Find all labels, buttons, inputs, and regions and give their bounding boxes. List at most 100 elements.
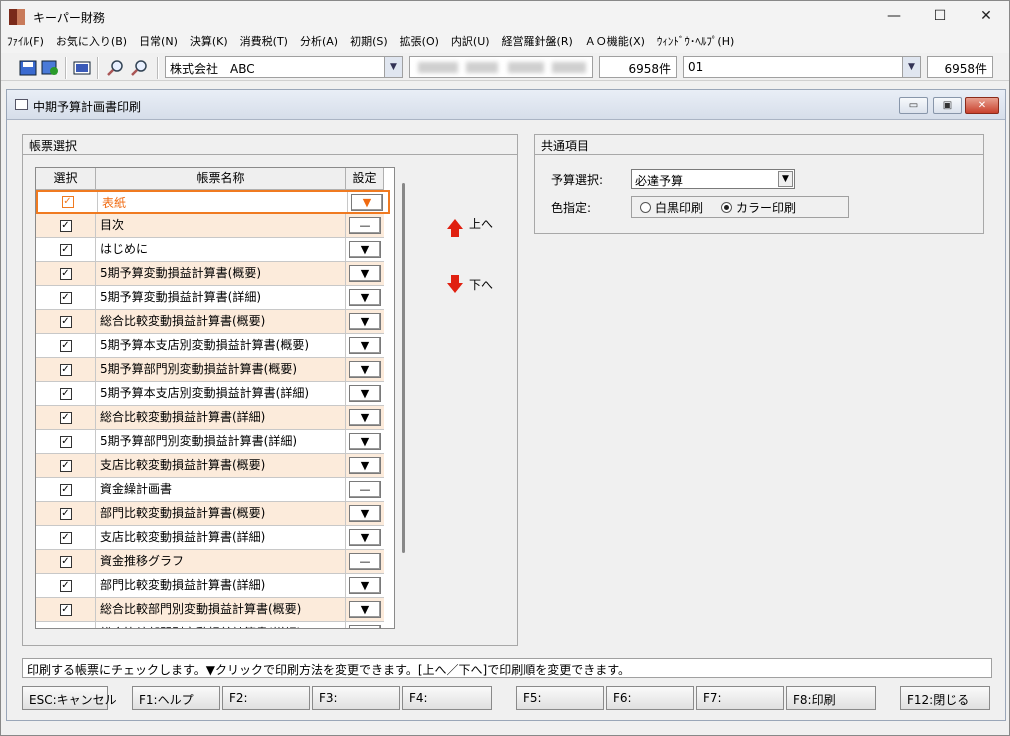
row-checkbox[interactable]: ✓: [59, 267, 72, 280]
f6-button[interactable]: F6:: [606, 686, 694, 710]
row-checkbox[interactable]: ✓: [59, 627, 72, 628]
table-row[interactable]: ✓ 目次 —: [36, 214, 384, 238]
image-icon[interactable]: [71, 57, 93, 79]
table-row[interactable]: ✓ 5期予算変動損益計算書(詳細) ▼: [36, 286, 384, 310]
zoom-out-icon[interactable]: [129, 57, 151, 79]
menu-breakdown[interactable]: 内訳(U): [451, 33, 490, 53]
menu-tax[interactable]: 消費税(T): [240, 33, 288, 53]
setting-button[interactable]: —: [349, 553, 381, 570]
row-checkbox[interactable]: ✓: [59, 363, 72, 376]
esc-cancel-button[interactable]: ESC:キャンセル: [22, 686, 117, 710]
table-row[interactable]: ✓ 5期予算部門別変動損益計算書(詳細) ▼: [36, 430, 384, 454]
f3-button[interactable]: F3:: [312, 686, 400, 710]
dialog-close-button[interactable]: ✕: [965, 97, 999, 114]
setting-button[interactable]: ▼: [349, 457, 381, 474]
company-select[interactable]: 株式会社 ABC ▼: [165, 56, 403, 78]
setting-button[interactable]: ▼: [349, 625, 381, 628]
setting-button[interactable]: ▼: [349, 577, 381, 594]
setting-button[interactable]: ▼: [349, 265, 381, 282]
row-checkbox[interactable]: ✓: [59, 483, 72, 496]
row-checkbox[interactable]: ✓: [59, 387, 72, 400]
radio-button[interactable]: [721, 201, 733, 213]
table-row[interactable]: ✓ 部門比較変動損益計算書(詳細) ▼: [36, 574, 384, 598]
row-checkbox[interactable]: ✓: [59, 531, 72, 544]
zoom-in-icon[interactable]: [105, 57, 127, 79]
menu-ao[interactable]: ＡＯ機能(X): [585, 33, 645, 53]
row-checkbox[interactable]: ✓: [59, 435, 72, 448]
f1-help-button[interactable]: F1:ヘルプ: [132, 686, 220, 710]
table-row[interactable]: ✓ 資金推移グラフ —: [36, 550, 384, 574]
chevron-down-icon[interactable]: ▼: [902, 57, 920, 77]
move-down-button[interactable]: 下へ: [447, 275, 493, 293]
save-icon[interactable]: [17, 57, 39, 79]
transfer-icon[interactable]: [39, 57, 61, 79]
row-checkbox[interactable]: ✓: [59, 291, 72, 304]
setting-button[interactable]: ▼: [349, 601, 381, 618]
f8-print-button[interactable]: F8:印刷: [786, 686, 876, 710]
code-select[interactable]: 01 ▼: [683, 56, 921, 78]
setting-button[interactable]: —: [349, 217, 381, 234]
f12-close-button[interactable]: F12:閉じる: [900, 686, 990, 710]
setting-button[interactable]: ▼: [349, 385, 381, 402]
setting-button[interactable]: —: [349, 481, 381, 498]
menu-file[interactable]: ﾌｧｲﾙ(F): [7, 33, 44, 53]
row-checkbox[interactable]: ✓: [59, 507, 72, 520]
maximize-icon[interactable]: ☐: [917, 1, 963, 31]
setting-button[interactable]: ▼: [349, 361, 381, 378]
setting-button[interactable]: ▼: [349, 337, 381, 354]
table-row[interactable]: ✓ はじめに ▼: [36, 238, 384, 262]
row-checkbox[interactable]: ✓: [59, 459, 72, 472]
menu-analysis[interactable]: 分析(A): [300, 33, 338, 53]
dialog-minimize-button[interactable]: ▭: [899, 97, 928, 114]
f4-button[interactable]: F4:: [402, 686, 492, 710]
f7-button[interactable]: F7:: [696, 686, 784, 710]
table-row[interactable]: ✓ 支店比較変動損益計算書(概要) ▼: [36, 454, 384, 478]
setting-button[interactable]: ▼: [349, 529, 381, 546]
menu-window-help[interactable]: ｳｨﾝﾄﾞｳ･ﾍﾙﾌﾟ(H): [657, 33, 734, 53]
menu-favorites[interactable]: お気に入り(B): [56, 33, 127, 53]
table-row[interactable]: ✓ 5期予算本支店別変動損益計算書(概要) ▼: [36, 334, 384, 358]
row-checkbox[interactable]: ✓: [59, 219, 72, 232]
radio-color[interactable]: カラー印刷: [721, 199, 796, 216]
table-row[interactable]: ✓ 総合比較部門別変動損益計算書(概要) ▼: [36, 598, 384, 622]
budget-select[interactable]: 必達予算 ▼: [631, 169, 795, 189]
row-checkbox[interactable]: ✓: [59, 411, 72, 424]
menu-compass[interactable]: 経営羅針盤(R): [502, 33, 573, 53]
menu-initial[interactable]: 初期(S): [350, 33, 388, 53]
table-row[interactable]: ✓ 部門比較変動損益計算書(概要) ▼: [36, 502, 384, 526]
row-checkbox[interactable]: ✓: [59, 315, 72, 328]
table-row[interactable]: ✓ 支店比較変動損益計算書(詳細) ▼: [36, 526, 384, 550]
setting-button[interactable]: ▼: [349, 313, 381, 330]
row-checkbox[interactable]: ✓: [59, 579, 72, 592]
row-checkbox[interactable]: ✓: [61, 196, 74, 208]
chevron-down-icon[interactable]: ▼: [778, 171, 793, 187]
row-checkbox[interactable]: ✓: [59, 339, 72, 352]
scroll-thumb[interactable]: [402, 183, 405, 553]
table-row[interactable]: ✓ 総合比較変動損益計算書(詳細) ▼: [36, 406, 384, 430]
menu-extension[interactable]: 拡張(O): [400, 33, 439, 53]
move-up-button[interactable]: 上へ: [447, 215, 493, 237]
setting-button[interactable]: ▼: [349, 505, 381, 522]
menu-closing[interactable]: 決算(K): [190, 33, 228, 53]
menu-daily[interactable]: 日常(N): [139, 33, 178, 53]
f2-button[interactable]: F2:: [222, 686, 310, 710]
f5-button[interactable]: F5:: [516, 686, 604, 710]
minimize-icon[interactable]: —: [871, 1, 917, 31]
table-row[interactable]: ✓ 総合比較部門別変動損益計算書(詳細)▼: [36, 622, 384, 628]
radio-monochrome[interactable]: 白黒印刷: [640, 199, 703, 216]
setting-button[interactable]: ▼: [349, 289, 381, 306]
table-row[interactable]: ✓ 資金繰計画書 —: [36, 478, 384, 502]
row-checkbox[interactable]: ✓: [59, 555, 72, 568]
row-checkbox[interactable]: ✓: [59, 243, 72, 256]
row-checkbox[interactable]: ✓: [59, 603, 72, 616]
table-row[interactable]: ✓ 表紙 ▼: [36, 190, 390, 214]
table-row[interactable]: ✓ 5期予算本支店別変動損益計算書(詳細) ▼: [36, 382, 384, 406]
setting-button[interactable]: ▼: [349, 409, 381, 426]
table-row[interactable]: ✓ 総合比較変動損益計算書(概要) ▼: [36, 310, 384, 334]
grid-scrollbar[interactable]: [397, 167, 411, 629]
table-row[interactable]: ✓ 5期予算部門別変動損益計算書(概要) ▼: [36, 358, 384, 382]
setting-button[interactable]: ▼: [349, 241, 381, 258]
setting-button[interactable]: ▼: [349, 433, 381, 450]
close-icon[interactable]: ✕: [963, 1, 1009, 31]
dialog-restore-button[interactable]: ▣: [933, 97, 962, 114]
